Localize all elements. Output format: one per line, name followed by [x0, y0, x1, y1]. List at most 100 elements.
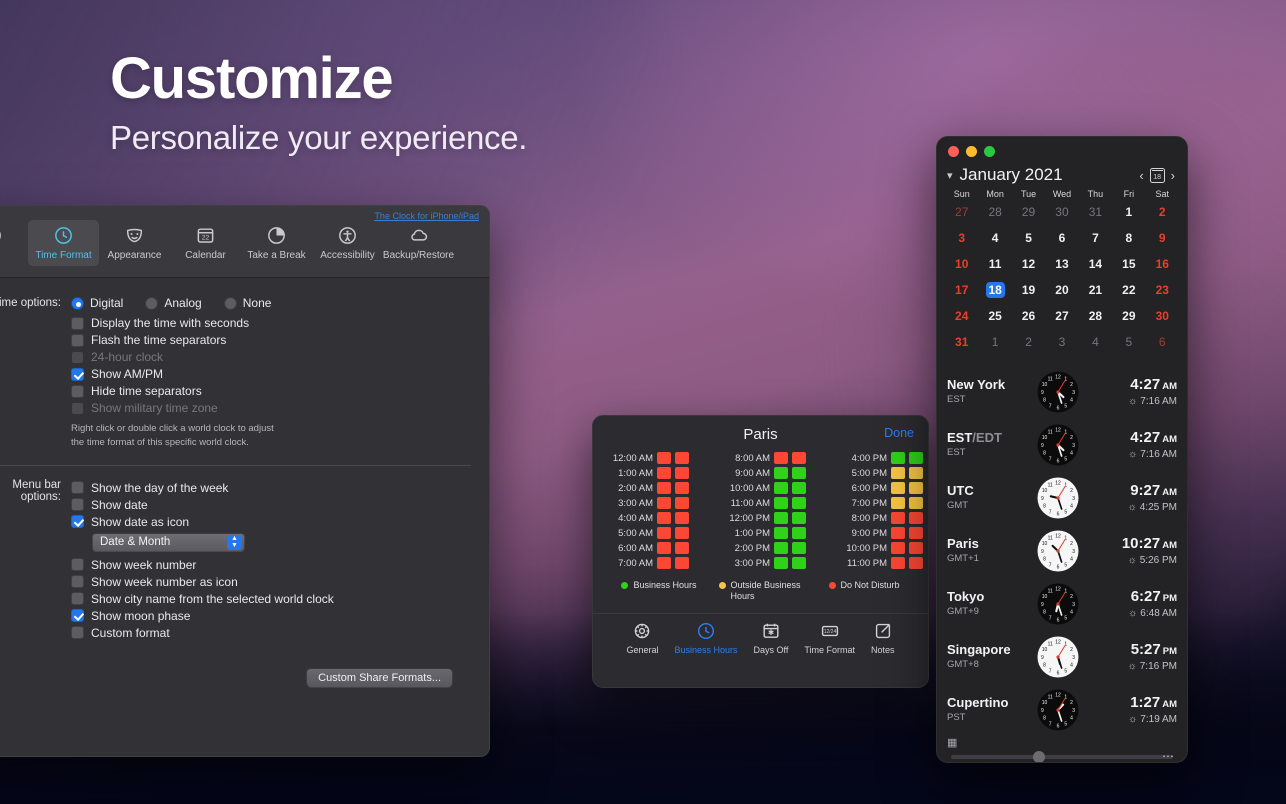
business-hours-row[interactable]: 2:00 PM	[715, 542, 806, 554]
paris-tab-business-hours[interactable]: Business Hours	[674, 621, 737, 655]
hour-swatch[interactable]	[774, 467, 788, 479]
hour-swatch[interactable]	[909, 512, 923, 524]
world-clock-row[interactable]: UTCGMT1234567891011129:27AM☼4:25 PM	[937, 471, 1187, 524]
hour-swatch[interactable]	[792, 512, 806, 524]
radio-digital[interactable]: Digital	[71, 296, 123, 310]
hour-swatch[interactable]	[774, 482, 788, 494]
hour-swatch[interactable]	[792, 557, 806, 569]
hour-swatch[interactable]	[774, 557, 788, 569]
calendar-day-cell[interactable]: 3	[1045, 332, 1078, 358]
radio-analog[interactable]: Analog	[145, 296, 201, 310]
calendar-day-cell[interactable]: 25	[978, 306, 1011, 332]
hour-swatch[interactable]	[891, 467, 905, 479]
hour-swatch[interactable]	[675, 527, 689, 539]
checkbox-show-moon-phase[interactable]: Show moon phase	[71, 609, 471, 623]
calendar-day-cell[interactable]: 11	[978, 254, 1011, 280]
hour-swatch[interactable]	[909, 527, 923, 539]
hour-swatch[interactable]	[891, 497, 905, 509]
hour-swatch[interactable]	[657, 467, 671, 479]
calendar-day-cell[interactable]: 27	[1045, 306, 1078, 332]
business-hours-row[interactable]: 7:00 AM	[598, 557, 689, 569]
business-hours-row[interactable]: 8:00 PM	[832, 512, 923, 524]
checkbox-hide-time-separators[interactable]: Hide time separators	[71, 384, 471, 398]
hour-swatch[interactable]	[891, 542, 905, 554]
calendar-day-cell[interactable]: 5	[1112, 332, 1145, 358]
pref-tab-take-a-break[interactable]: Take a Break	[241, 220, 312, 266]
business-hours-row[interactable]: 9:00 PM	[832, 527, 923, 539]
calendar-day-cell[interactable]: 6	[1045, 228, 1078, 254]
paris-tab-days-off[interactable]: ✱Days Off	[754, 621, 789, 655]
hour-swatch[interactable]	[675, 512, 689, 524]
business-hours-row[interactable]: 2:00 AM	[598, 482, 689, 494]
stepper-icon[interactable]: ▲▼	[227, 535, 242, 550]
business-hours-row[interactable]: 3:00 AM	[598, 497, 689, 509]
calendar-day-cell[interactable]: 2	[1146, 202, 1179, 228]
business-hours-row[interactable]: 4:00 PM	[832, 452, 923, 464]
calendar-day-cell[interactable]: 28	[1079, 306, 1112, 332]
pref-tab-calendar[interactable]: 22Calendar	[170, 220, 241, 266]
calendar-day-cell[interactable]: 16	[1146, 254, 1179, 280]
hour-swatch[interactable]	[774, 527, 788, 539]
pref-tab-appearance[interactable]: Appearance	[99, 220, 170, 266]
checkbox-show-am-pm[interactable]: Show AM/PM	[71, 367, 471, 381]
hour-swatch[interactable]	[675, 497, 689, 509]
calendar-day-cell[interactable]: 1	[1112, 202, 1145, 228]
calendar-day-cell[interactable]: 30	[1045, 202, 1078, 228]
hour-swatch[interactable]	[909, 542, 923, 554]
checkbox-show-city-name-from-the-selected-world-clock[interactable]: Show city name from the selected world c…	[71, 592, 471, 606]
calendar-day-cell[interactable]: 22	[1112, 280, 1145, 306]
hour-swatch[interactable]	[891, 527, 905, 539]
business-hours-row[interactable]: 10:00 PM	[832, 542, 923, 554]
paris-done-button[interactable]: Done	[884, 426, 914, 440]
world-clock-row[interactable]: New YorkEST1234567891011124:27AM☼7:16 AM	[937, 365, 1187, 418]
calendar-day-cell[interactable]: 9	[1146, 228, 1179, 254]
calendar-day-cell[interactable]: 13	[1045, 254, 1078, 280]
date-format-select[interactable]: Date & Month ▲▼	[92, 533, 245, 552]
hour-swatch[interactable]	[792, 527, 806, 539]
app-store-link[interactable]: The Clock for iPhone/iPad	[374, 211, 479, 221]
calendar-month-title-group[interactable]: ▾ January 2021	[947, 165, 1063, 185]
calendar-day-cell[interactable]: 29	[1112, 306, 1145, 332]
calendar-day-cell[interactable]: 12	[1012, 254, 1045, 280]
checkbox-custom-format[interactable]: Custom format	[71, 626, 471, 640]
paris-tab-time-format[interactable]: 12/24Time Format	[804, 621, 855, 655]
pref-tab-accessibility[interactable]: Accessibility	[312, 220, 383, 266]
world-clock-row[interactable]: EST/EDTEST1234567891011124:27AM☼7:16 AM	[937, 418, 1187, 471]
hour-swatch[interactable]	[891, 482, 905, 494]
pref-tab-al[interactable]: al	[0, 220, 28, 266]
calendar-day-cell[interactable]: 30	[1146, 306, 1179, 332]
maximize-button[interactable]	[984, 146, 995, 157]
hour-swatch[interactable]	[891, 557, 905, 569]
hour-swatch[interactable]	[909, 467, 923, 479]
slider-knob[interactable]	[1033, 751, 1045, 763]
calendar-day-cell[interactable]: 5	[1012, 228, 1045, 254]
business-hours-row[interactable]: 4:00 AM	[598, 512, 689, 524]
calendar-day-cell[interactable]: 26	[1012, 306, 1045, 332]
hour-swatch[interactable]	[792, 467, 806, 479]
business-hours-row[interactable]: 12:00 PM	[715, 512, 806, 524]
calendar-day-cell[interactable]: 31	[945, 332, 978, 358]
hour-swatch[interactable]	[774, 512, 788, 524]
calendar-day-cell[interactable]: 2	[1012, 332, 1045, 358]
checkbox-flash-the-time-separators[interactable]: Flash the time separators	[71, 333, 471, 347]
hour-swatch[interactable]	[675, 482, 689, 494]
checkbox-show-date-as-icon[interactable]: Show date as icon	[71, 515, 471, 529]
paris-tab-general[interactable]: General	[626, 621, 658, 655]
world-clock-row[interactable]: CupertinoPST1234567891011121:27AM☼7:19 A…	[937, 683, 1187, 736]
more-options-icon[interactable]: ⋯	[1162, 750, 1175, 762]
hour-swatch[interactable]	[675, 467, 689, 479]
business-hours-row[interactable]: 1:00 AM	[598, 467, 689, 479]
calendar-day-cell[interactable]: 8	[1112, 228, 1145, 254]
hour-swatch[interactable]	[675, 557, 689, 569]
calendar-day-cell[interactable]: 1	[978, 332, 1011, 358]
hour-swatch[interactable]	[774, 452, 788, 464]
world-clock-row[interactable]: TokyoGMT+91234567891011126:27PM☼6:48 AM	[937, 577, 1187, 630]
calendar-day-cell[interactable]: 23	[1146, 280, 1179, 306]
hour-swatch[interactable]	[675, 542, 689, 554]
calendar-day-cell[interactable]: 19	[1012, 280, 1045, 306]
calendar-day-cell[interactable]: 28	[978, 202, 1011, 228]
time-travel-slider[interactable]: ⋯	[951, 755, 1173, 759]
calendar-day-cell[interactable]: 20	[1045, 280, 1078, 306]
checkbox-show-the-day-of-the-week[interactable]: Show the day of the week	[71, 481, 471, 495]
calendar-day-cell[interactable]: 31	[1079, 202, 1112, 228]
